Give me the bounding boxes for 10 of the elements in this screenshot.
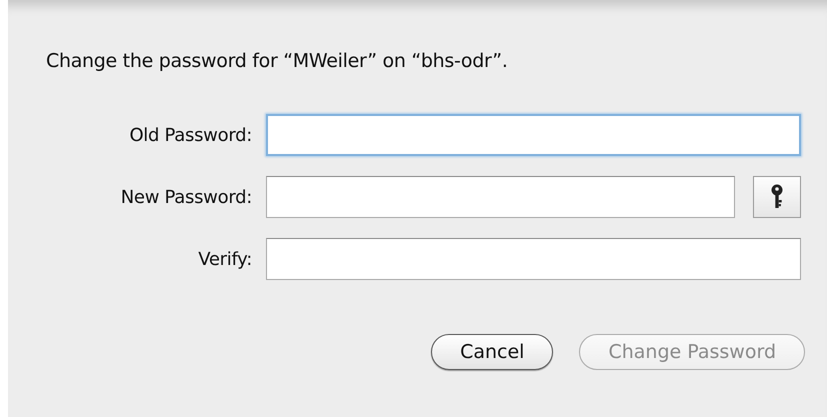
field-label: Verify:: [197, 248, 252, 270]
password-field[interactable]: [266, 238, 801, 280]
field-label: New Password:: [120, 186, 252, 208]
password-assistant-button[interactable]: [753, 176, 801, 218]
field-label: Old Password:: [128, 124, 252, 146]
dialog-message: Change the password for “MWeiler” on “bhs-odr”.: [46, 50, 509, 72]
dialog-button[interactable]: Cancel: [431, 334, 554, 370]
password-field[interactable]: [266, 176, 735, 218]
password-field[interactable]: [266, 114, 801, 156]
key-icon: [769, 184, 785, 210]
